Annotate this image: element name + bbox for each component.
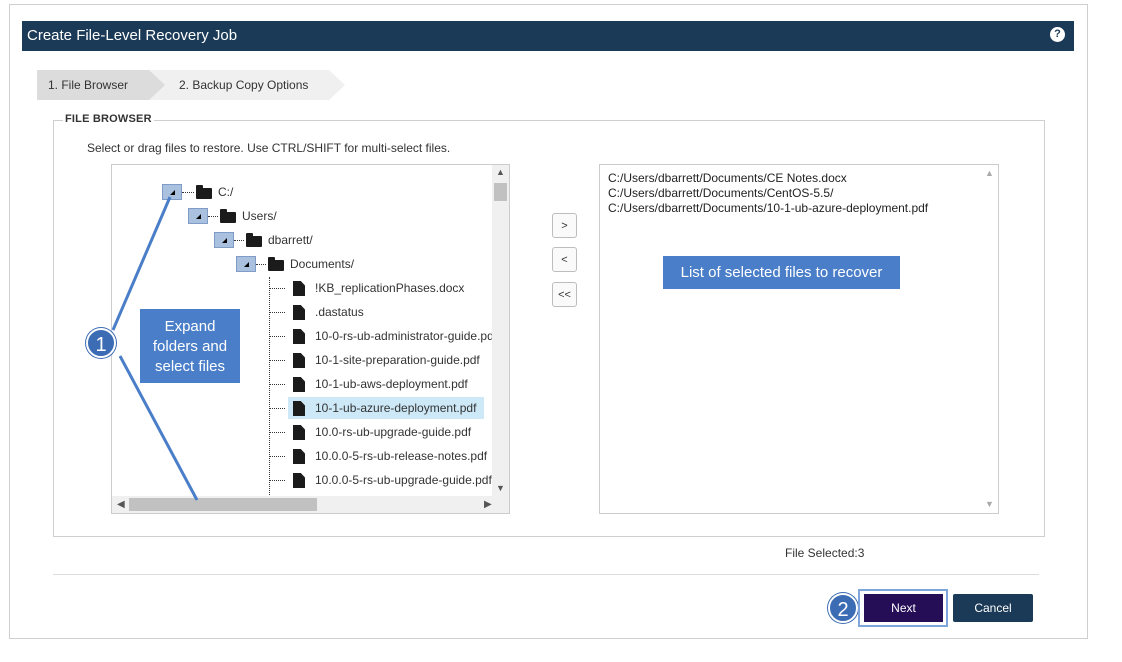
footer-divider: [53, 574, 1039, 575]
cancel-button[interactable]: Cancel: [953, 594, 1033, 622]
annotation-callout-selected-list: List of selected files to recover: [663, 256, 900, 289]
annotation-badge-2: 2: [828, 593, 858, 623]
file-selected-count: File Selected:3: [785, 546, 865, 560]
next-button[interactable]: Next: [864, 594, 943, 622]
annotation-badge-1: 1: [86, 328, 116, 358]
annotation-callout-expand: Expand folders and select files: [140, 309, 240, 383]
